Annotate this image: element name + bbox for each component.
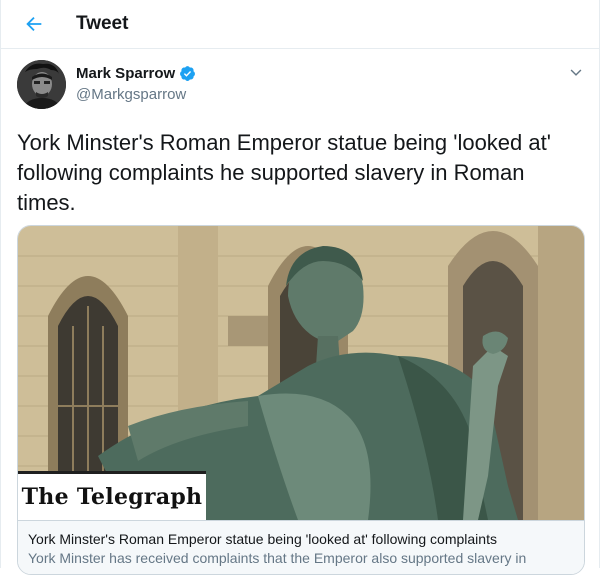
- source-logo: The Telegraph: [18, 471, 206, 520]
- header-bar: Tweet: [0, 0, 600, 49]
- avatar[interactable]: [17, 60, 66, 109]
- card-title: York Minster's Roman Emperor statue bein…: [28, 531, 497, 547]
- tweet-text: York Minster's Roman Emperor statue bein…: [17, 130, 551, 215]
- author-handle[interactable]: @Markgsparrow: [76, 86, 186, 103]
- card-description: York Minster has received complaints tha…: [28, 550, 527, 566]
- page-title: Tweet: [76, 13, 129, 34]
- author-name[interactable]: Mark Sparrow: [76, 65, 175, 82]
- tweet: Mark Sparrow @Markgsparrow York Minster'…: [0, 49, 600, 575]
- verified-badge-icon: [180, 66, 196, 81]
- card-body[interactable]: York Minster's Roman Emperor statue bein…: [18, 520, 584, 574]
- link-card[interactable]: The Telegraph York Minster's Roman Emper…: [17, 225, 585, 575]
- arrow-left-icon: [26, 16, 42, 32]
- author-row[interactable]: Mark Sparrow: [76, 65, 196, 82]
- more-options-button[interactable]: [566, 63, 586, 83]
- back-button[interactable]: [21, 11, 47, 37]
- chevron-down-icon: [570, 69, 582, 76]
